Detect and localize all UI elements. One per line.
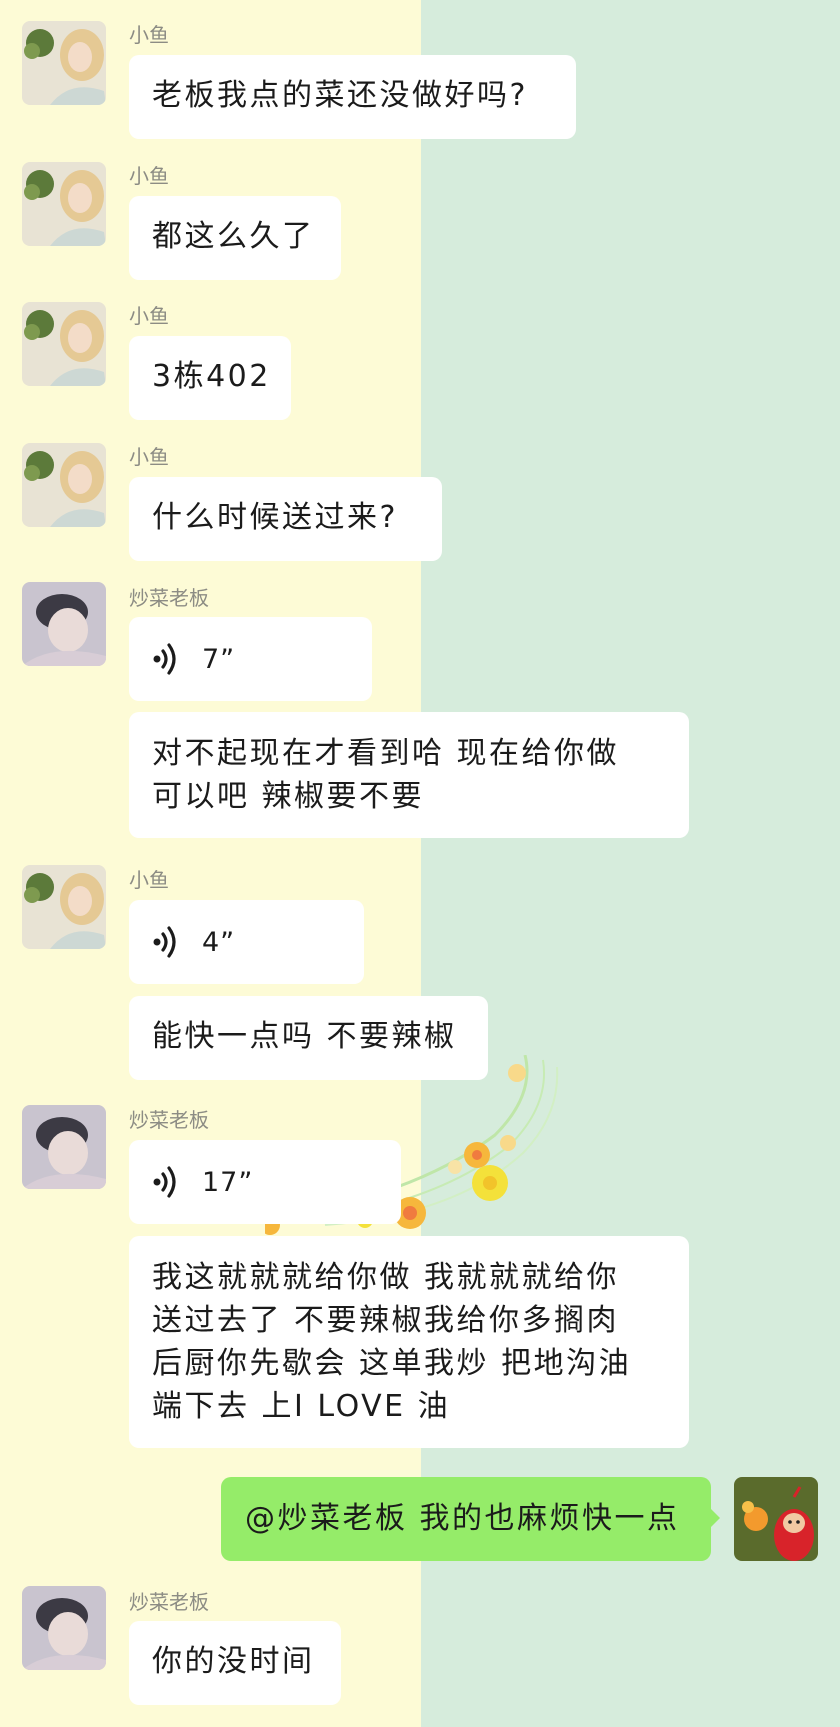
voice-message[interactable]: 4” [129, 900, 364, 984]
avatar-xiaoyu[interactable] [22, 162, 106, 246]
sender-name: 小鱼 [129, 304, 169, 328]
sender-name: 小鱼 [129, 164, 169, 188]
sender-name: 小鱼 [129, 868, 169, 892]
girl-avatar-icon [22, 21, 106, 105]
sender-name: 小鱼 [129, 445, 169, 469]
avatar-xiaoyu[interactable] [22, 865, 106, 949]
voice-message[interactable]: 7” [129, 617, 372, 701]
avatar-xiaoyu[interactable] [22, 443, 106, 527]
sender-name: 炒菜老板 [129, 586, 209, 610]
message-text-line: 可以吧 辣椒要不要 [152, 779, 425, 814]
message-bubble[interactable]: 我这就就就给你做 我就就就给你 送过去了 不要辣椒我给你多搁肉 后厨你先歇会 这… [129, 1236, 689, 1448]
teletubby-avatar-icon [734, 1477, 818, 1561]
outgoing-message-bubble[interactable]: @炒菜老板 我的也麻烦快一点 [221, 1477, 720, 1561]
message-bubble[interactable]: 能快一点吗 不要辣椒 [129, 996, 488, 1080]
message-bubble[interactable]: 什么时候送过来? [129, 477, 442, 561]
couple-avatar-icon [22, 1105, 106, 1189]
message-text: 老板我点的菜还没做好吗? [152, 78, 528, 113]
message-bubble[interactable]: 3栋402 [129, 336, 291, 420]
message-bubble[interactable]: 你的没时间 [129, 1621, 341, 1705]
message-text-line: 后厨你先歇会 这单我炒 把地沟油 [152, 1346, 632, 1381]
avatar-xiaoyu[interactable] [22, 302, 106, 386]
avatar-boss[interactable] [22, 582, 106, 666]
voice-duration: 4” [202, 926, 236, 958]
message-text: 都这么久了 [152, 219, 315, 254]
avatar-boss[interactable] [22, 1105, 106, 1189]
message-text: @炒菜老板 我的也麻烦快一点 [245, 1501, 680, 1536]
voice-duration: 7” [202, 643, 236, 675]
girl-avatar-icon [22, 865, 106, 949]
message-text: 能快一点吗 不要辣椒 [152, 1019, 457, 1054]
girl-avatar-icon [22, 302, 106, 386]
avatar-me[interactable] [734, 1477, 818, 1561]
message-bubble[interactable]: 对不起现在才看到哈 现在给你做 可以吧 辣椒要不要 [129, 712, 689, 838]
voice-message[interactable]: 17” [129, 1140, 401, 1224]
message-text: 3栋402 [152, 359, 271, 394]
message-text-line: 我这就就就给你做 我就就就给你 [152, 1260, 620, 1295]
girl-avatar-icon [22, 443, 106, 527]
sender-name: 炒菜老板 [129, 1108, 209, 1132]
girl-avatar-icon [22, 162, 106, 246]
avatar-boss[interactable] [22, 1586, 106, 1670]
message-text-line: 对不起现在才看到哈 现在给你做 [152, 736, 620, 771]
message-bubble[interactable]: 都这么久了 [129, 196, 341, 280]
message-bubble[interactable]: 老板我点的菜还没做好吗? [129, 55, 576, 139]
message-text-line: 送过去了 不要辣椒我给你多搁肉 [152, 1303, 620, 1338]
chat-view[interactable]: 小鱼 老板我点的菜还没做好吗? 小鱼 都这么久了 小鱼 3栋402 小鱼 什么时… [0, 0, 840, 1727]
voice-wave-icon [153, 643, 176, 675]
message-text-line: 端下去 上I LOVE 油 [152, 1389, 451, 1424]
message-text: 你的没时间 [152, 1644, 315, 1679]
couple-avatar-icon [22, 582, 106, 666]
voice-duration: 17” [202, 1166, 254, 1198]
voice-wave-icon [153, 1166, 176, 1198]
message-text: 什么时候送过来? [152, 500, 398, 535]
sender-name: 小鱼 [129, 23, 169, 47]
voice-wave-icon [153, 926, 176, 958]
sender-name: 炒菜老板 [129, 1590, 209, 1614]
avatar-xiaoyu[interactable] [22, 21, 106, 105]
couple-avatar-icon [22, 1586, 106, 1670]
